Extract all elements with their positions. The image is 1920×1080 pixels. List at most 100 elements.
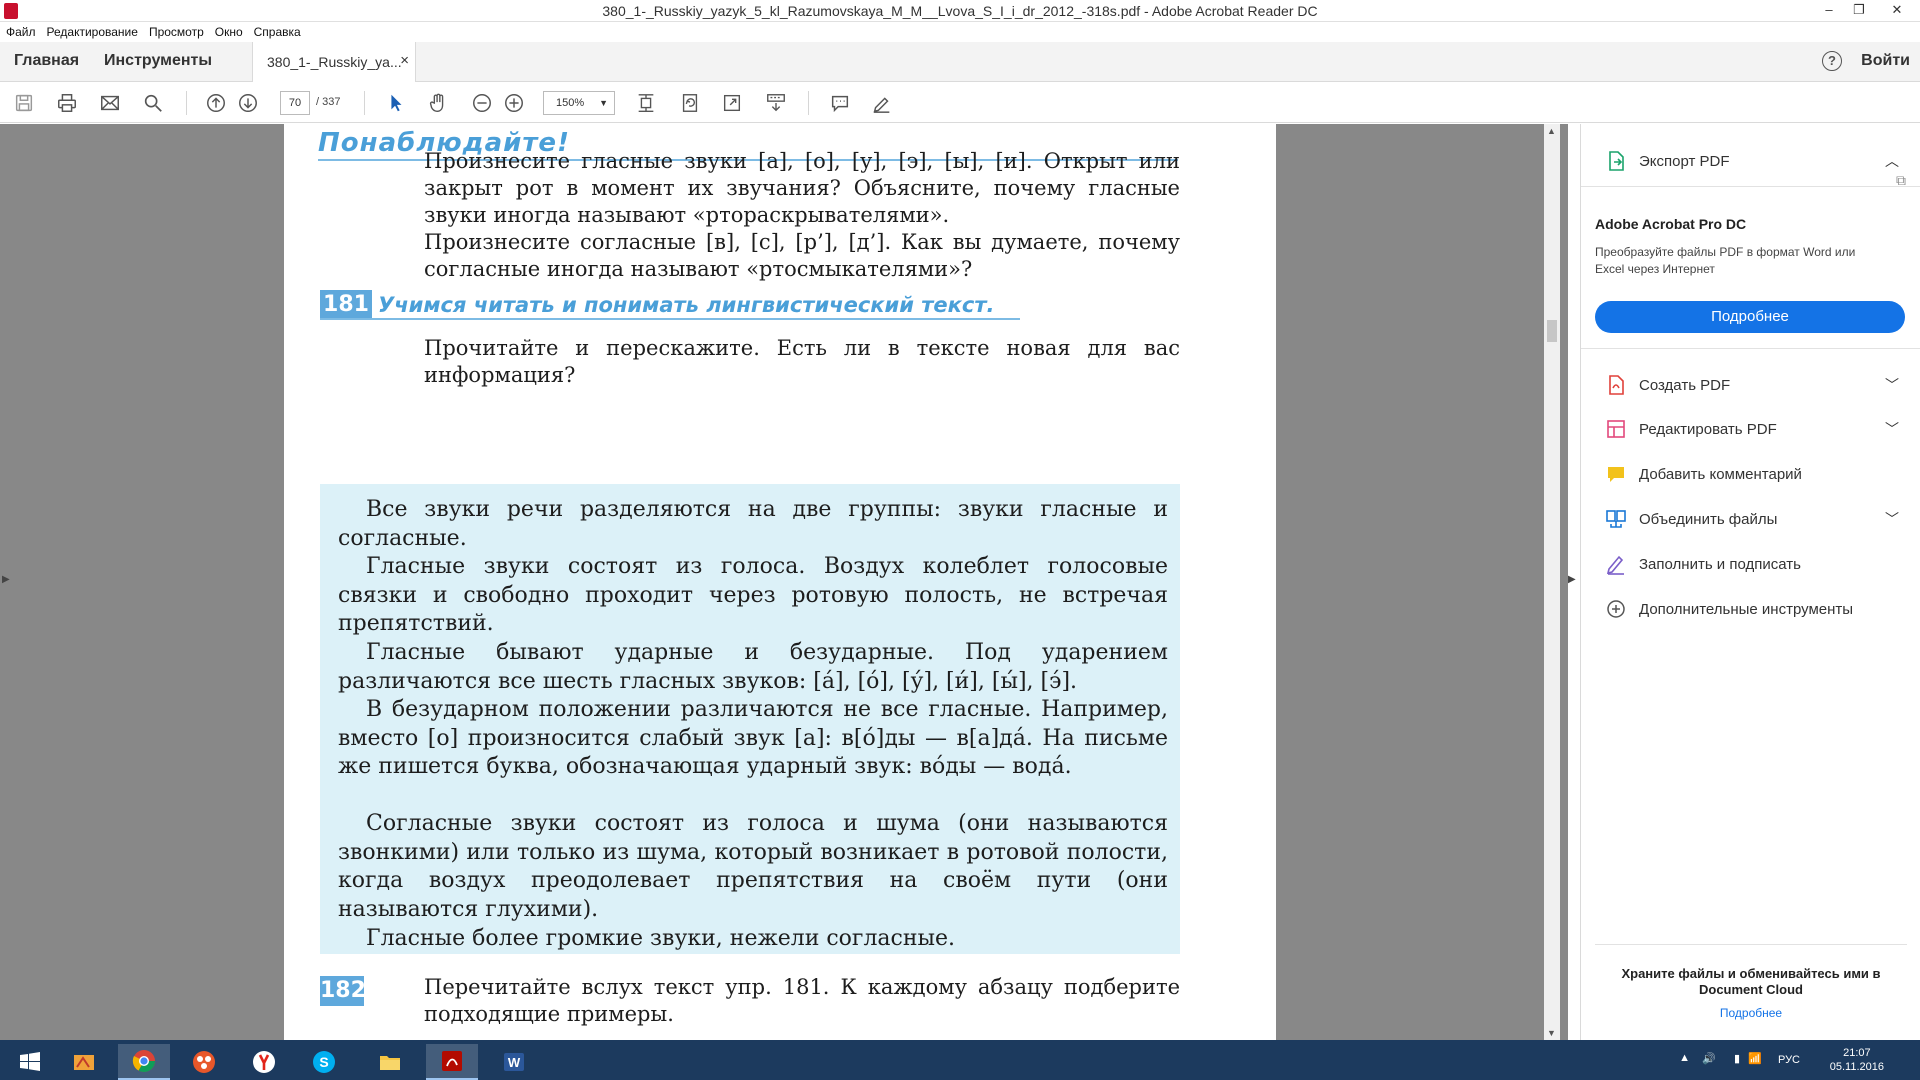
export-pdf-label: Экспорт PDF [1639, 153, 1730, 170]
combine-icon [1605, 508, 1627, 530]
sign-icon[interactable] [870, 91, 894, 115]
tab-document[interactable]: 380_1-_Russkiy_ya... × [252, 42, 416, 82]
sign-in-button[interactable]: Войти [1861, 52, 1910, 70]
theory-paragraph-4: В безударном положении различаются не вс… [338, 697, 1168, 779]
edit-pdf-item[interactable]: Редактировать PDF ﹀ [1581, 414, 1920, 444]
media-taskbar-icon[interactable] [178, 1044, 230, 1080]
minimize-button[interactable]: – [1814, 0, 1844, 22]
yandex-browser-taskbar-icon[interactable] [238, 1044, 290, 1080]
zoom-out-icon[interactable] [470, 91, 494, 115]
sidebar-bottom-divider [1595, 944, 1907, 945]
tray-expand-icon[interactable]: ▲ [1679, 1052, 1690, 1064]
create-pdf-item[interactable]: Создать PDF ﹀ [1581, 370, 1920, 400]
comment-icon[interactable] [828, 91, 852, 115]
tab-tools[interactable]: Инструменты [104, 52, 212, 70]
menu-file[interactable]: Файл [6, 25, 36, 39]
email-icon[interactable] [98, 91, 122, 115]
add-comment-item[interactable]: Добавить комментарий [1581, 459, 1920, 489]
window-controls: – ❐ ✕ [1814, 0, 1920, 22]
fit-page-icon[interactable] [634, 91, 658, 115]
theory-paragraph-6: Гласные более громкие звуки, нежели согл… [366, 926, 956, 951]
explorer-taskbar-icon[interactable] [364, 1044, 416, 1080]
learn-more-button[interactable]: Подробнее [1595, 301, 1905, 333]
promo-title: Adobe Acrobat Pro DC [1595, 216, 1747, 232]
tab-home[interactable]: Главная [14, 52, 79, 70]
fill-sign-item[interactable]: Заполнить и подписать [1581, 549, 1920, 579]
page-number-input[interactable]: 70 [280, 91, 310, 115]
svg-text:S: S [319, 1054, 328, 1070]
theory-box: Все звуки речи разделяются на две группы… [320, 484, 1180, 954]
full-screen-icon[interactable] [720, 91, 744, 115]
pdf-page: Понаблюдайте! Произнесите гласные звуки … [284, 124, 1276, 1040]
scroll-up-icon[interactable]: ▲ [1547, 126, 1556, 136]
volume-icon[interactable]: 🔊 [1702, 1052, 1716, 1065]
acrobat-taskbar-icon[interactable] [426, 1044, 478, 1080]
tools-sidebar: Экспорт PDF ︿ ⧉ Adobe Acrobat Pro DC Пре… [1580, 124, 1920, 1040]
more-tools-item[interactable]: Дополнительные инструменты [1581, 594, 1920, 624]
document-tab-label: 380_1-_Russkiy_ya... [267, 54, 402, 70]
help-icon[interactable]: ? [1822, 51, 1842, 71]
scrollbar-thumb[interactable] [1547, 320, 1557, 342]
close-window-button[interactable]: ✕ [1874, 0, 1920, 22]
restore-button[interactable]: ❐ [1844, 0, 1874, 22]
exercise-182-number: 182 [320, 976, 366, 1006]
chevron-down-icon: ﹀ [1885, 511, 1899, 527]
menu-edit[interactable]: Редактирование [47, 25, 138, 39]
theory-paragraph-1: Все звуки речи разделяются на две группы… [338, 497, 1168, 551]
network-icon[interactable]: 📶 [1748, 1052, 1762, 1065]
clock[interactable]: 21:07 05.11.2016 [1830, 1046, 1884, 1074]
fill-sign-icon [1605, 553, 1627, 575]
battery-icon[interactable]: ▮ [1734, 1052, 1740, 1065]
promo-text: Преобразуйте файлы PDF в формат Word или… [1595, 245, 1856, 276]
hand-tool-icon[interactable] [426, 91, 450, 115]
chevron-down-icon: ﹀ [1885, 421, 1899, 437]
create-pdf-label: Создать PDF [1639, 377, 1731, 394]
previous-page-icon[interactable] [204, 91, 228, 115]
next-page-icon[interactable] [236, 91, 260, 115]
clock-time: 21:07 [1843, 1047, 1871, 1059]
start-button-icon[interactable] [4, 1044, 56, 1080]
chevron-up-icon: ︿ [1885, 153, 1899, 169]
theory-paragraph-2: Гласные звуки состоят из голоса. Воздух … [338, 554, 1168, 636]
tab-bar: Главная Инструменты 380_1-_Russkiy_ya...… [0, 42, 1920, 82]
menu-help[interactable]: Справка [254, 25, 301, 39]
word-taskbar-icon[interactable]: W [488, 1044, 540, 1080]
exercise-182-text: Перечитайте вслух текст упр. 181. К кажд… [424, 975, 1180, 1026]
language-indicator[interactable]: РУС [1778, 1054, 1800, 1066]
create-pdf-icon [1605, 374, 1627, 396]
menu-window[interactable]: Окно [215, 25, 243, 39]
document-cloud-link[interactable]: Подробнее [1611, 1006, 1891, 1020]
skype-taskbar-icon[interactable]: S [298, 1044, 350, 1080]
rotate-icon[interactable] [678, 91, 702, 115]
close-tab-icon[interactable]: × [400, 52, 409, 69]
zoom-in-icon[interactable] [502, 91, 526, 115]
select-cursor-icon[interactable] [384, 91, 408, 115]
combine-files-item[interactable]: Объединить файлы ﹀ [1581, 504, 1920, 534]
file-manager-taskbar-icon[interactable] [58, 1044, 110, 1080]
search-icon[interactable] [141, 91, 165, 115]
exercise-181-title: Учимся читать и понимать лингвистический… [378, 293, 995, 317]
print-icon[interactable] [55, 91, 79, 115]
add-comment-label: Добавить комментарий [1639, 466, 1802, 483]
windows-taskbar: S W ▲ 🔊 ▮ 📶 РУС 21:07 05.11.2016 [0, 1040, 1920, 1080]
menu-view[interactable]: Просмотр [149, 25, 204, 39]
right-panel-toggle-icon[interactable]: ▶ [1568, 574, 1576, 585]
chrome-taskbar-icon[interactable] [118, 1044, 170, 1080]
export-pdf-item[interactable]: Экспорт PDF ︿ [1581, 146, 1920, 176]
copy-icon[interactable]: ⧉ [1896, 172, 1906, 189]
fill-sign-label: Заполнить и подписать [1639, 556, 1801, 573]
title-bar: 380_1-_Russkiy_yazyk_5_kl_Razumovskaya_M… [0, 0, 1920, 22]
observe-paragraph-2: Произнесите согласные [в], [с], [р’], [д… [424, 230, 1180, 281]
left-panel-toggle-icon[interactable]: ▶ [2, 574, 10, 585]
vertical-scrollbar[interactable]: ▲ ▼ [1544, 124, 1560, 1040]
scroll-mode-icon[interactable] [764, 91, 788, 115]
save-icon[interactable] [12, 91, 36, 115]
theory-paragraph-3: Гласные бывают ударные и безударные. Под… [338, 640, 1168, 694]
exercise-181-number: 181 [320, 290, 372, 320]
more-tools-icon [1605, 598, 1627, 620]
menu-bar: Файл Редактирование Просмотр Окно Справк… [0, 22, 1920, 42]
scroll-down-icon[interactable]: ▼ [1547, 1028, 1556, 1038]
combine-files-label: Объединить файлы [1639, 511, 1778, 528]
toolbar: 70 / 337 150% ▼ [0, 83, 1920, 123]
zoom-select[interactable]: 150% ▼ [543, 91, 615, 115]
